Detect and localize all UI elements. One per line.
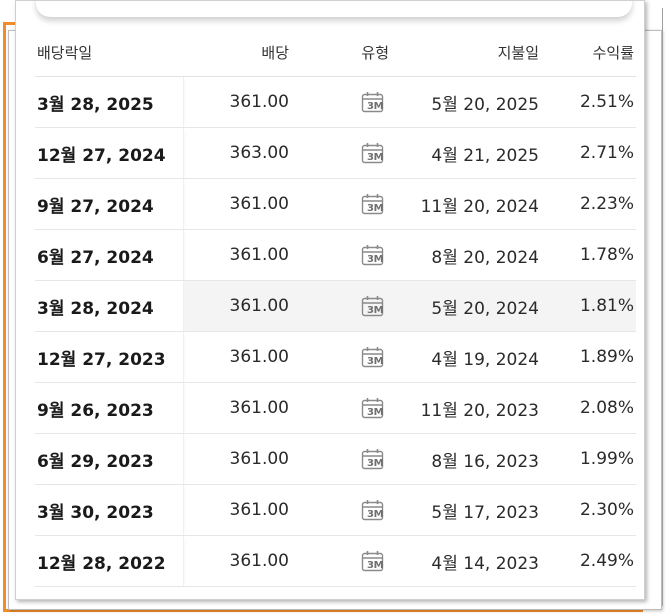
calendar-icon: 3M bbox=[361, 448, 385, 470]
dividend-cell: 361.00 bbox=[183, 382, 291, 434]
ex-date-cell: 3월 28, 2025 bbox=[35, 76, 184, 128]
dividend-history-card: 배당락일 배당 유형 지불일 수익률 3월 28, 2025 361.00 3M… bbox=[15, 0, 645, 600]
table-row[interactable]: 12월 28, 2022 361.00 3M 4월 14, 2023 2.49% bbox=[35, 535, 636, 587]
frequency-label: 3M bbox=[367, 458, 384, 469]
table-row[interactable]: 6월 29, 2023 361.00 3M 8월 16, 2023 1.99% bbox=[35, 433, 636, 485]
dividend-cell: 361.00 bbox=[183, 484, 291, 536]
ex-date-cell: 9월 27, 2024 bbox=[35, 178, 184, 230]
table-row[interactable]: 6월 27, 2024 361.00 3M 8월 20, 2024 1.78% bbox=[35, 229, 636, 281]
calendar-icon: 3M bbox=[361, 244, 385, 266]
header-dividend[interactable]: 배당 bbox=[183, 28, 291, 77]
calendar-icon: 3M bbox=[361, 142, 385, 164]
type-cell: 3M bbox=[291, 127, 391, 179]
header-ex-date[interactable]: 배당락일 bbox=[35, 28, 183, 77]
ex-date-cell: 6월 27, 2024 bbox=[35, 229, 184, 281]
frequency-label: 3M bbox=[367, 203, 384, 214]
yield-cell: 2.30% bbox=[541, 484, 636, 536]
type-cell: 3M bbox=[291, 535, 391, 587]
dividend-table: 배당락일 배당 유형 지불일 수익률 3월 28, 2025 361.00 3M… bbox=[35, 28, 636, 587]
pay-date-cell: 5월 20, 2025 bbox=[391, 76, 541, 128]
frequency-label: 3M bbox=[367, 101, 384, 112]
dividend-cell: 361.00 bbox=[183, 280, 291, 332]
frequency-label: 3M bbox=[367, 356, 384, 367]
dividend-cell: 361.00 bbox=[183, 433, 291, 485]
dividend-cell: 361.00 bbox=[183, 178, 291, 230]
yield-cell: 2.71% bbox=[541, 127, 636, 179]
calendar-icon: 3M bbox=[361, 499, 385, 521]
header-yield[interactable]: 수익률 bbox=[541, 28, 636, 77]
table-row[interactable]: 12월 27, 2023 361.00 3M 4월 19, 2024 1.89% bbox=[35, 331, 636, 383]
pay-date-cell: 8월 16, 2023 bbox=[391, 433, 541, 485]
ex-date-cell: 9월 26, 2023 bbox=[35, 382, 184, 434]
calendar-icon: 3M bbox=[361, 193, 385, 215]
type-cell: 3M bbox=[291, 178, 391, 230]
pay-date-cell: 8월 20, 2024 bbox=[391, 229, 541, 281]
ex-date-cell: 12월 28, 2022 bbox=[35, 535, 184, 587]
frequency-label: 3M bbox=[367, 407, 384, 418]
dividend-cell: 361.00 bbox=[183, 229, 291, 281]
table-row[interactable]: 12월 27, 2024 363.00 3M 4월 21, 2025 2.71% bbox=[35, 127, 636, 179]
ex-date-cell: 12월 27, 2024 bbox=[35, 127, 184, 179]
table-row[interactable]: 3월 28, 2024 361.00 3M 5월 20, 2024 1.81% bbox=[35, 280, 636, 332]
yield-cell: 1.99% bbox=[541, 433, 636, 485]
type-cell: 3M bbox=[291, 382, 391, 434]
yield-cell: 2.23% bbox=[541, 178, 636, 230]
pay-date-cell: 4월 19, 2024 bbox=[391, 331, 541, 383]
pay-date-cell: 4월 21, 2025 bbox=[391, 127, 541, 179]
ex-date-cell: 3월 28, 2024 bbox=[35, 280, 184, 332]
frequency-label: 3M bbox=[367, 152, 384, 163]
dividend-cell: 363.00 bbox=[183, 127, 291, 179]
pay-date-cell: 4월 14, 2023 bbox=[391, 535, 541, 587]
card-top-shadow bbox=[36, 1, 632, 17]
frequency-label: 3M bbox=[367, 305, 384, 316]
ex-date-cell: 6월 29, 2023 bbox=[35, 433, 184, 485]
pay-date-cell: 11월 20, 2024 bbox=[391, 178, 541, 230]
type-cell: 3M bbox=[291, 484, 391, 536]
type-cell: 3M bbox=[291, 433, 391, 485]
yield-cell: 1.81% bbox=[541, 280, 636, 332]
table-row[interactable]: 9월 26, 2023 361.00 3M 11월 20, 2023 2.08% bbox=[35, 382, 636, 434]
calendar-icon: 3M bbox=[361, 397, 385, 419]
calendar-icon: 3M bbox=[361, 346, 385, 368]
ex-date-cell: 12월 27, 2023 bbox=[35, 331, 184, 383]
table-header-row: 배당락일 배당 유형 지불일 수익률 bbox=[35, 28, 636, 77]
calendar-icon: 3M bbox=[361, 295, 385, 317]
dividend-cell: 361.00 bbox=[183, 535, 291, 587]
type-cell: 3M bbox=[291, 76, 391, 128]
frequency-label: 3M bbox=[367, 254, 384, 265]
background-card-edge bbox=[655, 8, 663, 606]
type-cell: 3M bbox=[291, 331, 391, 383]
yield-cell: 1.89% bbox=[541, 331, 636, 383]
yield-cell: 1.78% bbox=[541, 229, 636, 281]
dividend-cell: 361.00 bbox=[183, 331, 291, 383]
type-cell: 3M bbox=[291, 229, 391, 281]
yield-cell: 2.08% bbox=[541, 382, 636, 434]
frequency-label: 3M bbox=[367, 560, 384, 571]
pay-date-cell: 5월 17, 2023 bbox=[391, 484, 541, 536]
type-cell: 3M bbox=[291, 280, 391, 332]
table-row[interactable]: 3월 30, 2023 361.00 3M 5월 17, 2023 2.30% bbox=[35, 484, 636, 536]
ex-date-cell: 3월 30, 2023 bbox=[35, 484, 184, 536]
pay-date-cell: 11월 20, 2023 bbox=[391, 382, 541, 434]
yield-cell: 2.51% bbox=[541, 76, 636, 128]
dividend-cell: 361.00 bbox=[183, 76, 291, 128]
pay-date-cell: 5월 20, 2024 bbox=[391, 280, 541, 332]
table-row[interactable]: 3월 28, 2025 361.00 3M 5월 20, 2025 2.51% bbox=[35, 76, 636, 128]
frequency-label: 3M bbox=[367, 509, 384, 520]
header-type[interactable]: 유형 bbox=[291, 28, 391, 77]
calendar-icon: 3M bbox=[361, 91, 385, 113]
table-row[interactable]: 9월 27, 2024 361.00 3M 11월 20, 2024 2.23% bbox=[35, 178, 636, 230]
header-pay-date[interactable]: 지불일 bbox=[391, 28, 541, 77]
calendar-icon: 3M bbox=[361, 550, 385, 572]
yield-cell: 2.49% bbox=[541, 535, 636, 587]
